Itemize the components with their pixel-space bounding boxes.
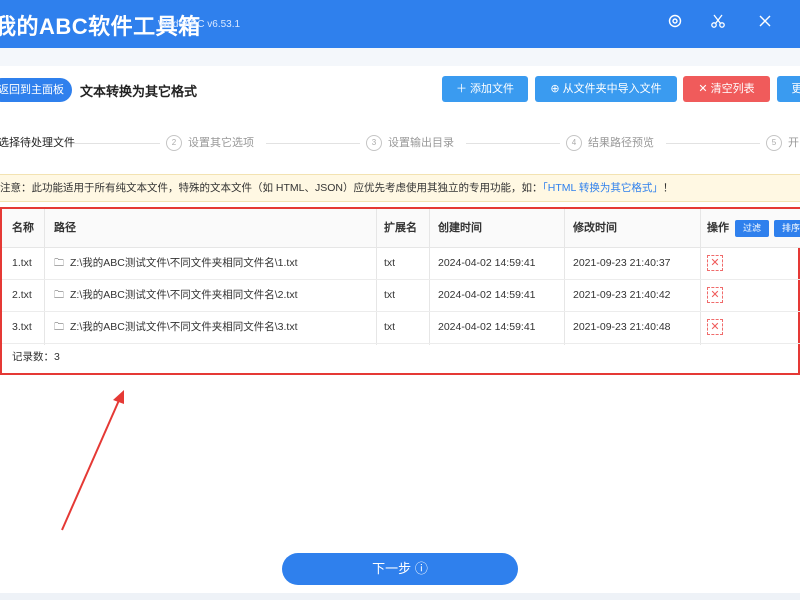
next-step-button[interactable]: 下一步 ⓘ (282, 553, 518, 585)
annotation-arrow (61, 390, 124, 531)
arrow-right-icon: ⓘ (414, 561, 428, 576)
footer-bar (0, 593, 800, 600)
next-step-label: 下一步 (372, 561, 412, 576)
